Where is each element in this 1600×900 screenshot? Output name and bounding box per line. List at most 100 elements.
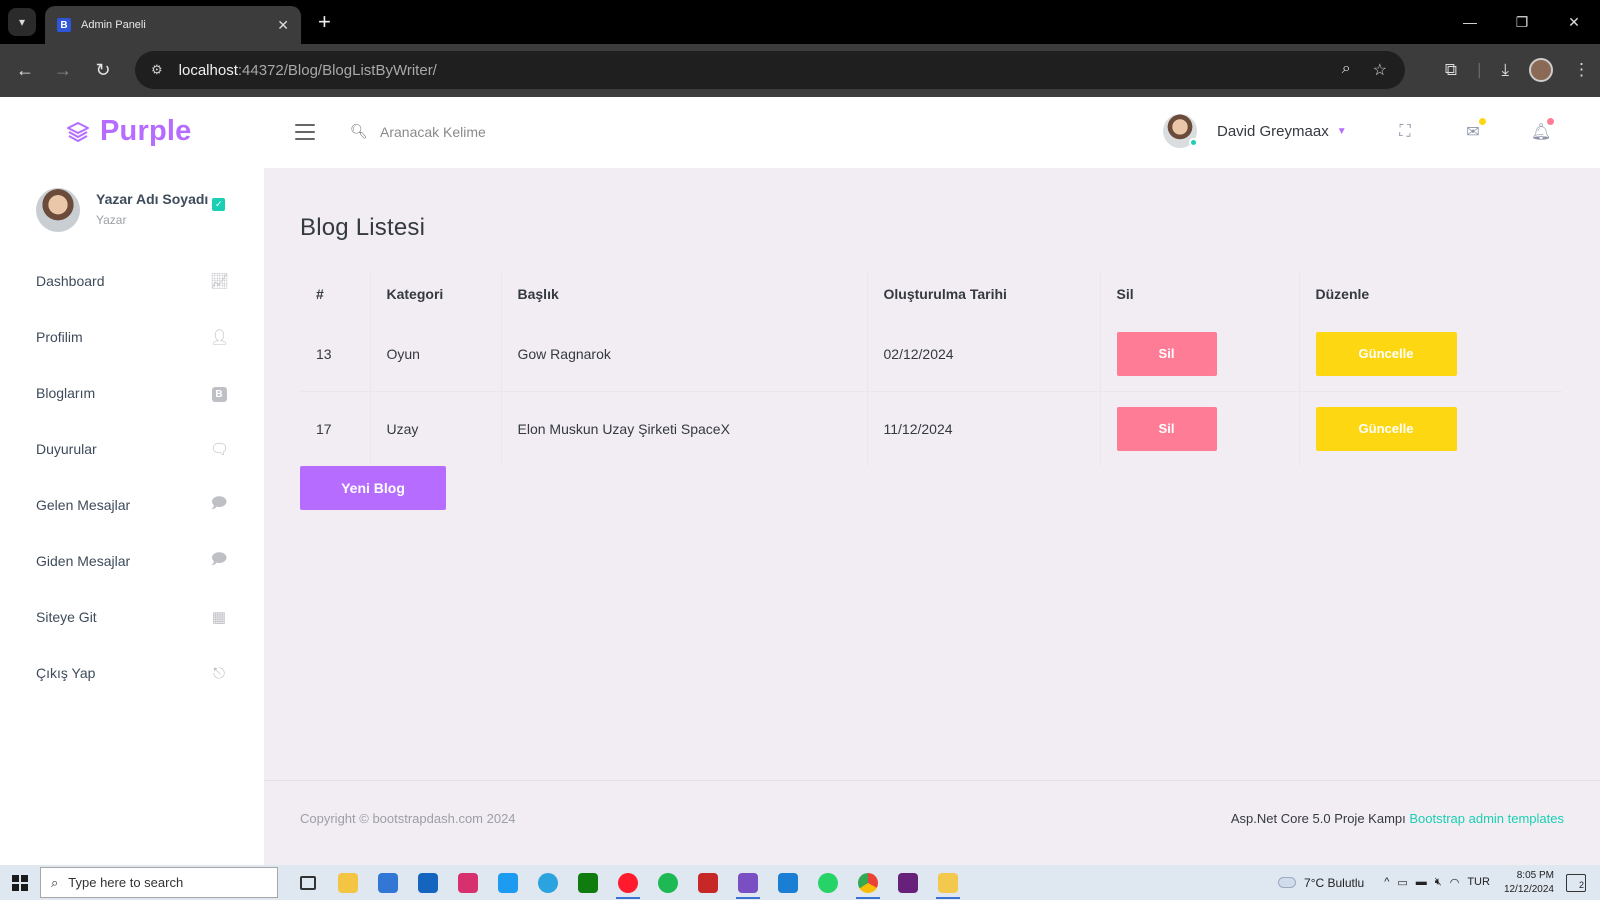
weather-widget[interactable]: 7°C Bulutlu (1278, 876, 1364, 890)
table-header-row: # Kategori Başlık Oluşturulma Tarihi Sil… (300, 272, 1562, 317)
taskbar-apps (288, 865, 968, 900)
sidebar-item-label: Giden Mesajlar (36, 553, 131, 569)
reload-icon[interactable]: ↻ (91, 58, 115, 82)
fullscreen-icon[interactable]: ⛶ (1394, 121, 1416, 143)
clock[interactable]: 8:05 PM 12/12/2024 (1504, 869, 1554, 897)
weather-text: 7°C Bulutlu (1304, 875, 1365, 890)
file-explorer-icon[interactable] (328, 865, 368, 900)
column-header-category: Kategori (369, 272, 501, 317)
app-red-icon[interactable] (688, 865, 728, 900)
mail-icon[interactable]: ✉ (1462, 118, 1486, 143)
user-dropdown[interactable]: David Greymaax ▼ (1163, 114, 1347, 148)
volume-muted-icon[interactable]: 🔇︎ (1435, 876, 1442, 889)
sidebar-item-profile[interactable]: Profilim 👤︎ (0, 309, 264, 365)
download-icon[interactable]: ⤓ (1501, 60, 1509, 80)
sidebar-item-dashboard[interactable]: Dashboard 📈︎ (0, 253, 264, 309)
chevron-down-icon: ▼ (1336, 125, 1347, 137)
taskbar-search-field[interactable]: ⌕ Type here to search (40, 867, 278, 898)
url-field[interactable]: ⚙ localhost:44372/Blog/BlogListByWriter/… (135, 51, 1405, 89)
notification-center-icon[interactable]: 2 (1566, 873, 1586, 892)
brand-name: Purple (100, 115, 192, 147)
new-blog-button[interactable]: Yeni Blog (300, 466, 446, 510)
brand[interactable]: Purple (66, 115, 191, 148)
notification-count: 2 (1578, 879, 1584, 890)
profile-role: Yazar (96, 213, 127, 227)
browser-tab[interactable]: B Admin Paneli ✕ (45, 6, 301, 44)
avatar (1163, 114, 1198, 148)
delete-button[interactable]: Sil (1116, 331, 1217, 376)
column-header-date: Oluşturulma Tarihi (866, 272, 1100, 317)
xbox-icon[interactable] (568, 865, 608, 900)
toolbar-divider: | (1477, 60, 1482, 79)
spotify-icon[interactable] (648, 865, 688, 900)
sidebar-item-blogs[interactable]: Bloglarım B (0, 365, 264, 421)
extensions-icon[interactable]: ⧉ (1445, 60, 1457, 80)
visual-studio-2-icon[interactable] (888, 865, 928, 900)
bookmark-star-icon[interactable]: ☆ (1373, 60, 1387, 80)
browser-menu-icon[interactable]: ⋮ (1573, 60, 1590, 80)
layers-logo-icon (67, 121, 89, 142)
battery-icon[interactable]: ▬ (1416, 876, 1427, 889)
windows-start-icon[interactable] (0, 865, 40, 900)
minimize-icon[interactable]: — (1444, 0, 1496, 44)
tab-favicon-icon: B (57, 18, 71, 32)
cell-category: Uzay (369, 390, 501, 466)
footer-project-text: Asp.Net Core 5.0 Proje Kampı (1230, 811, 1406, 826)
restore-icon[interactable]: ❐ (1496, 0, 1548, 44)
sidebar-item-inbox[interactable]: Gelen Mesajlar 🗩︎ (0, 477, 264, 533)
search-input[interactable] (380, 117, 680, 147)
clock-time: 8:05 PM (1516, 869, 1554, 881)
microsoft-store-icon[interactable] (368, 865, 408, 900)
browser-profile-avatar[interactable] (1529, 58, 1553, 82)
menu-toggle-icon[interactable] (295, 124, 315, 140)
cell-delete: Sil (1099, 390, 1299, 466)
cell-date: 11/12/2024 (866, 390, 1100, 466)
close-window-icon[interactable]: ✕ (1548, 0, 1600, 44)
sidebar-profile[interactable]: Yazar Adı Soyadı Yazar ✓ (36, 188, 226, 232)
tab-search-button[interactable]: ▾ (8, 8, 36, 36)
opera-icon[interactable] (608, 865, 648, 900)
visual-studio-icon[interactable] (728, 865, 768, 900)
update-button[interactable]: Güncelle (1315, 406, 1457, 451)
whatsapp-icon[interactable] (808, 865, 848, 900)
footer-templates-link[interactable]: Bootstrap admin templates (1409, 811, 1564, 826)
task-view-icon[interactable] (288, 865, 328, 900)
sidebar-item-announcements[interactable]: Duyurular 🗨︎ (0, 421, 264, 477)
chevron-up-icon[interactable]: ^ (1384, 876, 1389, 889)
profile-name: Yazar Adı Soyadı (96, 191, 209, 207)
sidebar-item-site[interactable]: Siteye Git ▦ (0, 589, 264, 645)
table-row: 17 Uzay Elon Muskun Uzay Şirketi SpaceX … (300, 390, 1562, 466)
delete-button[interactable]: Sil (1116, 406, 1217, 451)
forward-icon[interactable]: → (51, 58, 75, 82)
site-info-icon[interactable]: ⚙ (151, 62, 163, 78)
sidebar-nav: Dashboard 📈︎ Profilim 👤︎ Bloglarım B Duy… (0, 253, 264, 701)
blog-table: # Kategori Başlık Oluşturulma Tarihi Sil… (300, 272, 1562, 466)
vscode-icon[interactable] (768, 865, 808, 900)
telegram-icon[interactable] (528, 865, 568, 900)
back-icon[interactable]: ← (13, 58, 37, 82)
sidebar-item-label: Dashboard (36, 273, 105, 289)
column-header-title: Başlık (500, 272, 867, 317)
sidebar-item-label: Çıkış Yap (36, 665, 96, 681)
instagram-icon[interactable] (448, 865, 488, 900)
sidebar-item-logout[interactable]: Çıkış Yap ⎋ (0, 645, 264, 701)
browser-address-bar: ← → ↻ ⚙ localhost:44372/Blog/BlogListByW… (0, 44, 1600, 97)
display-icon[interactable]: ▭ (1397, 876, 1407, 889)
cell-category: Oyun (369, 315, 501, 391)
cell-date: 02/12/2024 (866, 315, 1100, 391)
bell-icon[interactable]: 🔔︎ (1530, 118, 1554, 143)
language-indicator[interactable]: TUR (1467, 876, 1490, 889)
tray-icons: ^ ▭ ▬ 🔇︎ ◠ TUR (1384, 876, 1490, 889)
zoom-icon[interactable]: ⌕ (1342, 60, 1351, 80)
new-tab-button[interactable]: + (318, 10, 331, 34)
update-button[interactable]: Güncelle (1315, 331, 1457, 376)
column-header-delete: Sil (1099, 272, 1299, 317)
footer-right: Asp.Net Core 5.0 Proje Kampı Bootstrap a… (1231, 811, 1564, 826)
chrome-icon[interactable] (848, 865, 888, 900)
wifi-icon[interactable]: ◠ (1450, 876, 1460, 889)
tab-close-icon[interactable]: ✕ (277, 17, 289, 34)
paint-icon[interactable] (928, 865, 968, 900)
twitter-icon[interactable] (488, 865, 528, 900)
outlook-icon[interactable] (408, 865, 448, 900)
sidebar-item-outbox[interactable]: Giden Mesajlar 🗩︎ (0, 533, 264, 589)
